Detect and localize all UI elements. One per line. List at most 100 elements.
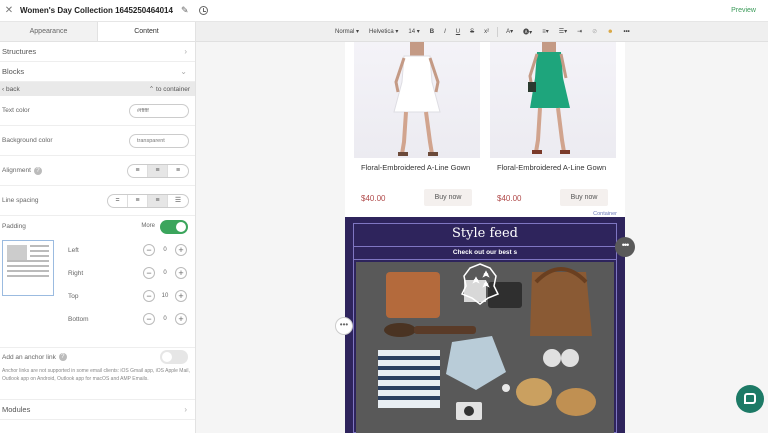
increment-button[interactable]: + <box>175 290 187 302</box>
padding-more-toggle[interactable] <box>160 220 188 234</box>
padding-section: Padding More Left − 0 + Right − 0 + Top … <box>0 216 195 348</box>
style-feed-subtitle[interactable]: Check out our best s <box>354 246 616 260</box>
top-bar: ✕ Women's Day Collection 1645250464014 ✎… <box>0 0 768 22</box>
line-spacing-normal-icon[interactable]: ≡ <box>128 194 148 207</box>
line-spacing-label: Line spacing <box>2 197 39 204</box>
chevron-down-icon: ⌄ <box>180 67 187 76</box>
align-icon[interactable]: ≡▾ <box>537 28 554 35</box>
chat-support-button[interactable] <box>736 385 764 413</box>
back-bar: ‹ back ⌃ to container <box>0 82 195 96</box>
line-spacing-control: = ≡ ≡ ☰ <box>107 193 189 208</box>
product-price: $40.00 <box>361 194 386 203</box>
buy-now-button[interactable]: Buy now <box>560 189 608 206</box>
help-icon[interactable]: ? <box>33 166 42 175</box>
padding-right-value[interactable]: 0 <box>163 270 166 276</box>
product-image[interactable] <box>490 42 616 158</box>
structures-label: Structures <box>2 47 37 56</box>
padding-top-value[interactable]: 10 <box>162 293 169 299</box>
strikethrough-icon[interactable]: S <box>465 29 479 35</box>
underline-icon[interactable]: U <box>451 29 465 35</box>
anchor-link-row: Add an anchor link ? <box>0 348 195 366</box>
blocks-label: Blocks <box>2 67 25 76</box>
font-size-select[interactable]: 14 ▾ <box>403 28 424 35</box>
edit-title-icon[interactable]: ✎ <box>181 5 189 16</box>
bold-icon[interactable]: B <box>425 29 439 35</box>
image-placeholder-icon <box>7 245 27 260</box>
increment-button[interactable]: + <box>175 244 187 256</box>
link-icon[interactable]: ⊘ <box>587 28 602 35</box>
align-left-icon[interactable]: ≡ <box>128 164 148 177</box>
italic-icon[interactable]: I <box>439 29 451 35</box>
style-feed-container[interactable]: Container Style feed Check out our best … <box>345 211 625 433</box>
tab-appearance[interactable]: Appearance <box>0 22 97 41</box>
container-label: Container <box>591 211 619 217</box>
modules-section[interactable]: Modules › <box>0 400 195 420</box>
to-container-button[interactable]: ⌃ to container <box>149 85 190 93</box>
decrement-button[interactable]: − <box>143 290 155 302</box>
font-select[interactable]: Helvetica ▾ <box>364 28 403 35</box>
padding-bottom-label: Bottom <box>68 316 89 323</box>
modules-label: Modules <box>2 405 31 414</box>
text-format-toolbar: Normal ▾ Helvetica ▾ 14 ▾ B I U S x² A▾ … <box>196 22 768 42</box>
flat-lay-photo[interactable] <box>356 262 614 433</box>
sidebar-tabs: Appearance Content <box>0 22 195 42</box>
highlight-color-icon[interactable]: 🅐▾ <box>518 27 537 36</box>
blocks-section[interactable]: Blocks ⌄ <box>0 62 195 82</box>
background-color-row: Background color transparent <box>0 126 195 156</box>
to-container-label: to container <box>156 86 190 93</box>
list-icon[interactable]: ☰▾ <box>554 28 572 35</box>
padding-bottom-stepper: − 0 + <box>143 312 187 326</box>
anchor-link-label: Add an anchor link <box>2 353 56 361</box>
format-value: Normal <box>335 29 355 35</box>
block-options-button[interactable]: ••• <box>615 237 635 257</box>
product-name: Floral-Embroidered A-Line Gown <box>361 163 471 172</box>
close-icon[interactable]: ✕ <box>0 5 18 16</box>
text-color-row: Text color #ffffff <box>0 96 195 126</box>
line-spacing-wide-icon[interactable]: ☰ <box>168 195 188 207</box>
style-feed-inner: Style feed Check out our best s <box>353 223 617 433</box>
text-color-input[interactable]: #ffffff <box>129 103 189 118</box>
line-spacing-tight-icon[interactable]: = <box>108 194 128 207</box>
buy-now-button[interactable]: Buy now <box>424 189 472 206</box>
email-canvas: Floral-Embroidered A-Line Gown $40.00 Bu… <box>196 42 768 433</box>
emoji-icon[interactable]: ☻ <box>602 29 618 35</box>
alignment-row: Alignment ? ≡ ≡ ≡ <box>0 156 195 186</box>
decrement-button[interactable]: − <box>143 244 155 256</box>
back-button[interactable]: ‹ back <box>2 86 20 93</box>
structures-section[interactable]: Structures › <box>0 42 195 62</box>
more-options-icon[interactable]: ••• <box>618 29 634 35</box>
superscript-icon[interactable]: x² <box>479 29 494 35</box>
product-image[interactable] <box>354 42 480 158</box>
background-color-input[interactable]: transparent <box>129 133 189 148</box>
padding-preview-thumbnail <box>2 240 54 296</box>
font-size-value: 14 <box>408 29 416 35</box>
line-spacing-relaxed-icon[interactable]: ≡ <box>148 194 168 207</box>
chevron-left-icon: ‹ <box>2 85 5 93</box>
text-color-icon[interactable]: A▾ <box>501 28 518 35</box>
format-select[interactable]: Normal ▾ <box>330 28 364 35</box>
padding-more-label: More <box>141 223 155 229</box>
tab-content[interactable]: Content <box>97 22 195 41</box>
decrement-button[interactable]: − <box>143 267 155 279</box>
padding-left-stepper: − 0 + <box>143 243 187 257</box>
align-right-icon[interactable]: ≡ <box>168 165 188 177</box>
indent-icon[interactable]: ⇥ <box>572 28 587 35</box>
help-icon[interactable]: ? <box>58 353 67 361</box>
product-price: $40.00 <box>497 194 522 203</box>
decrement-button[interactable]: − <box>143 313 155 325</box>
padding-left-value[interactable]: 0 <box>163 247 166 253</box>
padding-right-stepper: − 0 + <box>143 266 187 280</box>
preview-link[interactable]: Preview <box>731 7 756 14</box>
style-feed-title[interactable]: Style feed <box>354 226 616 241</box>
padding-bottom-value[interactable]: 0 <box>163 316 166 322</box>
history-icon[interactable] <box>198 6 208 15</box>
anchor-link-toggle[interactable] <box>160 350 188 364</box>
container-options-button[interactable]: ••• <box>335 317 353 335</box>
increment-button[interactable]: + <box>175 313 187 325</box>
padding-left-label: Left <box>68 247 79 254</box>
toolbar-divider <box>497 26 499 37</box>
chevron-up-icon: ⌃ <box>148 86 155 93</box>
align-center-icon[interactable]: ≡ <box>148 164 168 177</box>
back-label: back <box>5 85 20 93</box>
increment-button[interactable]: + <box>175 267 187 279</box>
